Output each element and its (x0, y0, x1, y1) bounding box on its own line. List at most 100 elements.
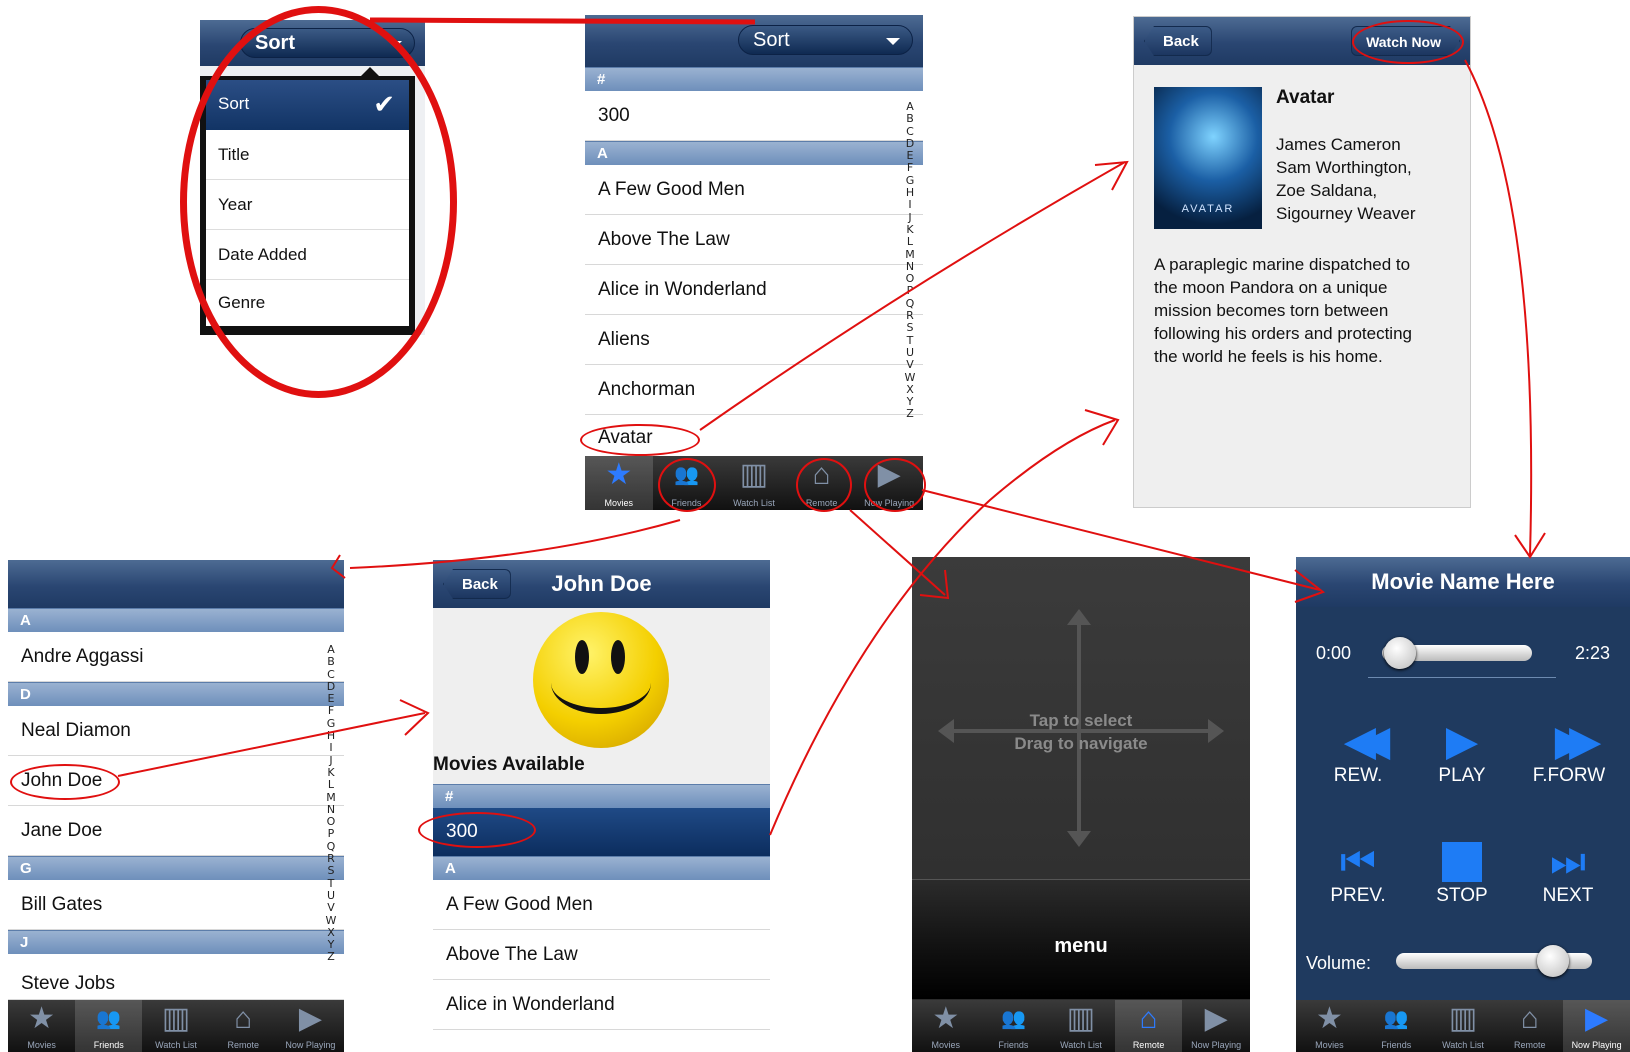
tab-label: Movies (604, 498, 634, 508)
tab-watch-list[interactable]: ▥ Watch List (142, 1000, 209, 1052)
index-letter[interactable]: V (903, 358, 917, 371)
index-letter[interactable]: W (903, 371, 917, 384)
movie-description: A paraplegic marine dispatched to the mo… (1154, 253, 1412, 368)
next-button[interactable]: ⏭ NEXT (1532, 839, 1604, 907)
alpha-index[interactable]: ABCDEFGHIJKLMNOPQRSTUVWXYZ (324, 643, 338, 964)
annotation-circle (658, 458, 716, 512)
list-item[interactable]: Anchorman (585, 365, 923, 415)
list-item[interactable]: Alice in Wonderland (433, 980, 770, 1030)
progress-slider[interactable] (1382, 637, 1532, 669)
skip-back-icon: ⏮ (1340, 840, 1376, 884)
tab-label: Movies (931, 1040, 961, 1050)
tab-watch-list[interactable]: ▥ Watch List (720, 456, 788, 510)
page-title: Movie Name Here (1371, 569, 1555, 594)
volume-knob[interactable] (1536, 945, 1569, 977)
rew-button[interactable]: ◀◀ REW. (1322, 717, 1394, 787)
touchpad[interactable]: Tap to select Drag to navigate (912, 557, 1250, 879)
index-letter[interactable]: Z (324, 951, 338, 964)
progress-knob[interactable] (1383, 637, 1416, 669)
index-letter[interactable]: P (324, 828, 338, 841)
hint-line: Tap to select (1029, 711, 1133, 730)
tab-now-playing[interactable]: ▶ Now Playing (277, 1000, 344, 1052)
button-label: NEXT (1542, 885, 1594, 906)
list-item[interactable]: Aliens (585, 315, 923, 365)
friends-list-screen: A Andre Aggassi D Neal Diamon John Doe J… (8, 560, 344, 1052)
index-letter[interactable]: L (903, 235, 917, 248)
star-icon: ★ (932, 1002, 960, 1035)
index-letter[interactable]: V (324, 901, 338, 914)
index-letter[interactable]: P (903, 285, 917, 298)
index-letter[interactable]: S (903, 322, 917, 335)
alpha-index[interactable]: ABCDEFGHIJKLMNOPQRSTUVWXYZ (903, 100, 917, 421)
index-letter[interactable]: B (903, 112, 917, 125)
tab-label: Watch List (733, 498, 775, 508)
tab-remote[interactable]: ⌂ Remote (1114, 1000, 1183, 1052)
tab-friends[interactable]: 👥 Friends (980, 1000, 1048, 1052)
volume-slider[interactable] (1396, 945, 1592, 977)
sort-select-label: Sort (753, 29, 790, 51)
tab-watch-list[interactable]: ▥ Watch List (1047, 1000, 1115, 1052)
tab-label: Now Playing (1191, 1040, 1242, 1050)
rewind-icon: ◀◀ (1343, 717, 1391, 764)
tab-label: Remote (227, 1040, 259, 1050)
list-item[interactable]: Neal Diamon (8, 706, 344, 756)
index-letter[interactable]: M (903, 248, 917, 261)
fforward-button[interactable]: ▶▶ F.FORW (1524, 717, 1614, 787)
list-item[interactable]: Bill Gates (8, 880, 344, 930)
index-letter[interactable]: B (324, 655, 338, 668)
index-letter[interactable]: I (903, 199, 917, 212)
index-letter[interactable]: Z (903, 408, 917, 421)
section-header: D (8, 682, 344, 706)
list-item[interactable]: Alice in Wonderland (585, 265, 923, 315)
index-letter[interactable]: W (324, 914, 338, 927)
index-letter[interactable]: M (324, 791, 338, 804)
button-label: REW. (1333, 765, 1383, 786)
list-item[interactable]: Steve Jobs (8, 954, 344, 1000)
tab-movies[interactable]: ★ Movies (1296, 1000, 1363, 1052)
index-letter[interactable]: F (903, 162, 917, 175)
tab-movies[interactable]: ★ Movies (912, 1000, 980, 1052)
tab-label: Now Playing (285, 1040, 336, 1050)
list-item[interactable]: 300 (585, 91, 923, 141)
menu-button[interactable]: menu (912, 879, 1250, 999)
book-icon: ▥ (1448, 1002, 1478, 1035)
page-title: John Doe (551, 571, 652, 596)
prev-button[interactable]: ⏮ PREV. (1322, 839, 1394, 907)
friend-detail-screen: Back John Doe Movies Available # 300 A A… (433, 560, 770, 1052)
list-item[interactable]: Jane Doe (8, 806, 344, 856)
tab-watch-list[interactable]: ▥ Watch List (1430, 1000, 1497, 1052)
list-item[interactable]: Andre Aggassi (8, 632, 344, 682)
list-item[interactable]: Above The Law (433, 930, 770, 980)
index-letter[interactable]: L (324, 778, 338, 791)
tab-movies[interactable]: ★ Movies (585, 456, 653, 510)
button-label: F.FORW (1532, 765, 1606, 786)
sort-select[interactable]: Sort (738, 25, 913, 55)
index-letter[interactable]: S (324, 865, 338, 878)
list-item[interactable] (433, 1030, 770, 1052)
tab-movies[interactable]: ★ Movies (8, 1000, 75, 1052)
section-header: A (585, 141, 923, 165)
list-item[interactable]: A Few Good Men (433, 880, 770, 930)
tab-friends[interactable]: 👥 Friends (1363, 1000, 1430, 1052)
index-letter[interactable]: F (324, 705, 338, 718)
button-label: PREV. (1330, 885, 1386, 906)
tab-friends[interactable]: 👥 Friends (75, 1000, 143, 1052)
list-item[interactable]: A Few Good Men (585, 165, 923, 215)
tab-now-playing[interactable]: ▶ Now Playing (1563, 1000, 1630, 1052)
cast-item: Sigourney Weaver (1276, 204, 1416, 223)
time-start: 0:00 (1316, 643, 1352, 663)
tab-label: Watch List (155, 1040, 197, 1050)
tab-remote[interactable]: ⌂ Remote (1496, 1000, 1563, 1052)
tab-remote[interactable]: ⌂ Remote (210, 1000, 277, 1052)
description-line: following his orders and protecting (1154, 324, 1412, 343)
poster-title: AVATAR (1181, 203, 1235, 215)
list-item[interactable]: Above The Law (585, 215, 923, 265)
play-button[interactable]: ▶ PLAY (1426, 717, 1498, 787)
tab-label: Movies (27, 1040, 56, 1050)
index-letter[interactable]: I (324, 742, 338, 755)
tab-now-playing[interactable]: ▶ Now Playing (1182, 1000, 1250, 1052)
chevron-down-icon (886, 38, 900, 45)
book-icon: ▥ (1066, 1002, 1096, 1035)
stop-button[interactable]: STOP (1426, 839, 1498, 907)
back-button[interactable]: Back (1144, 26, 1212, 56)
